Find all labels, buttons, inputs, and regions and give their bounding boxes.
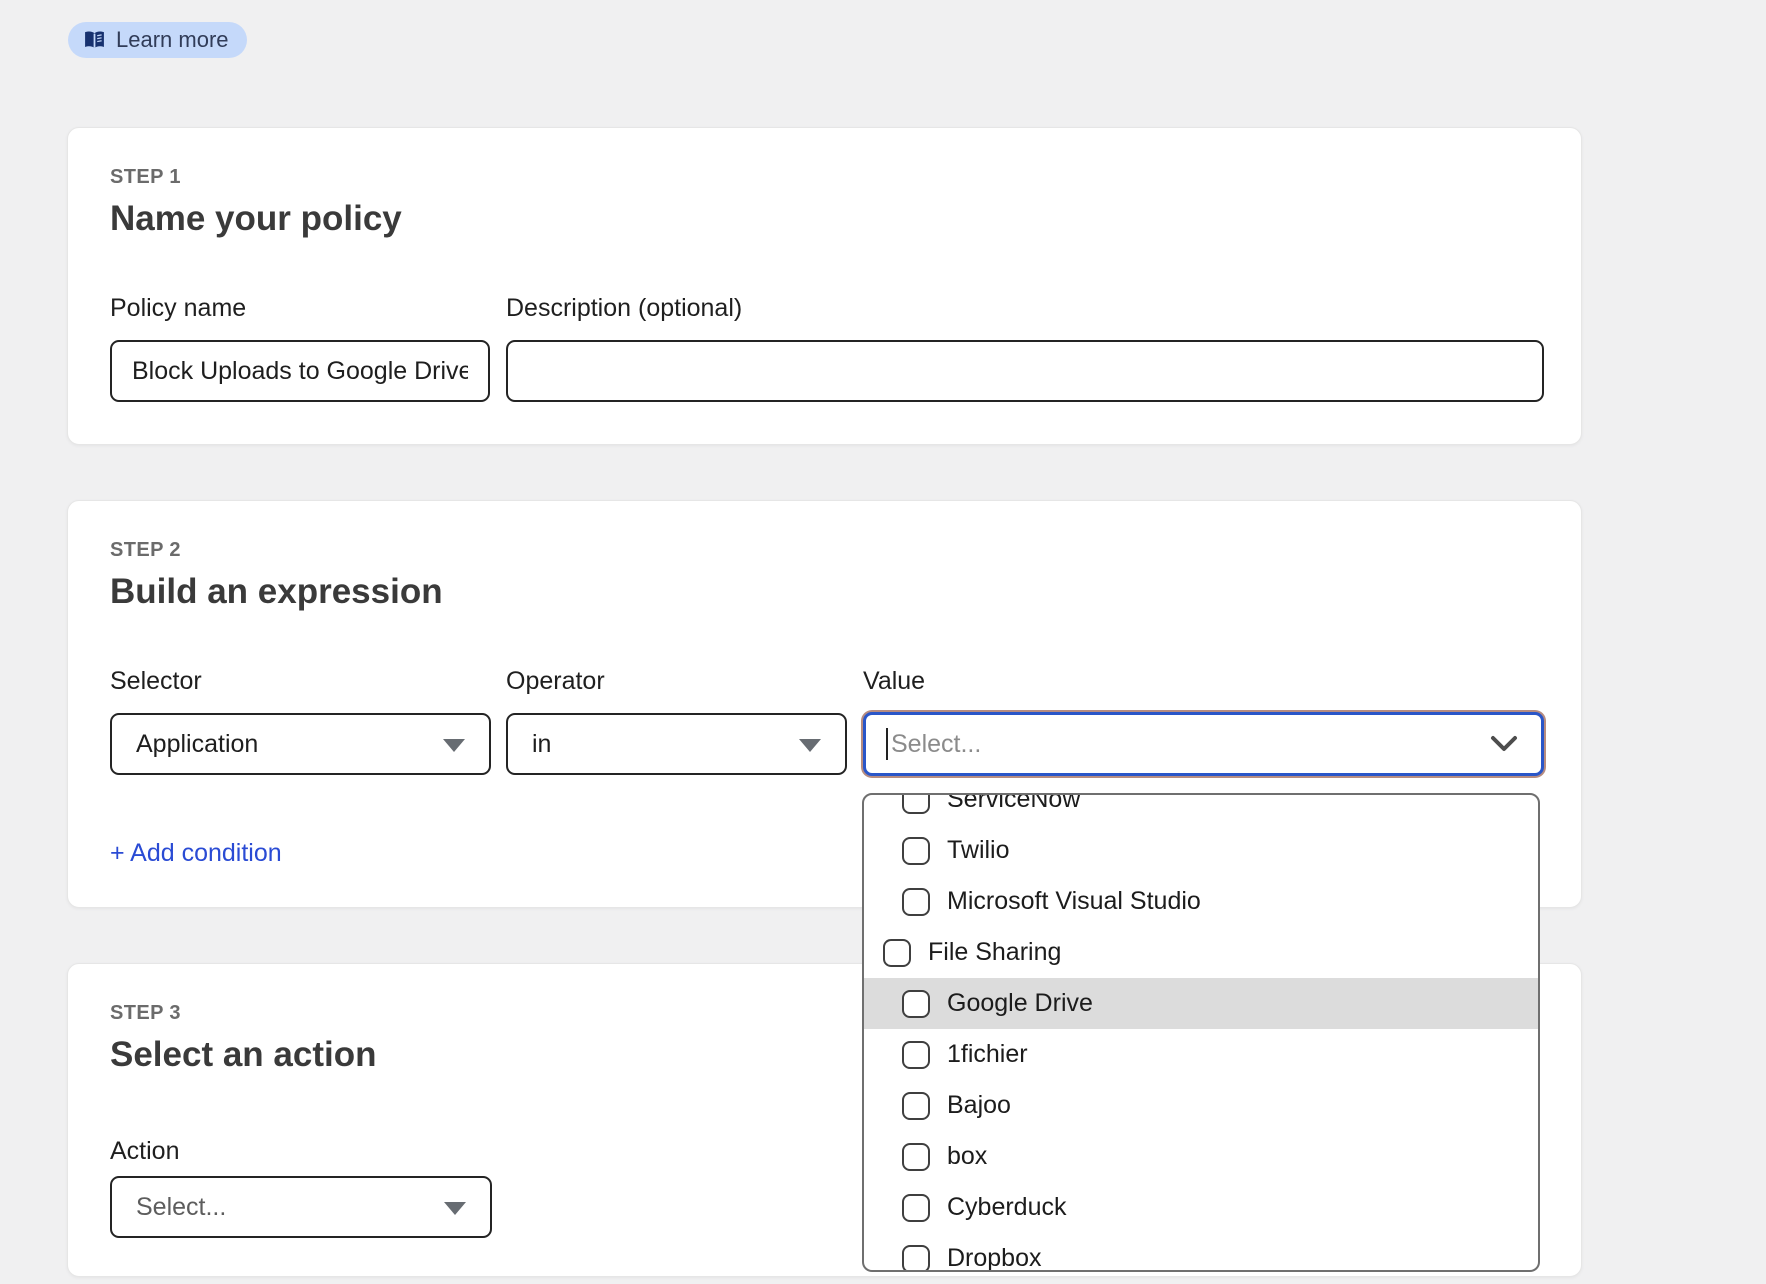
add-condition-link[interactable]: + Add condition [110,839,282,868]
action-label: Action [110,1136,490,1166]
description-label: Description (optional) [506,293,742,323]
checkbox[interactable] [902,837,930,865]
dropdown-option-dropbox[interactable]: Dropbox [864,1233,1538,1272]
policy-name-label: Policy name [110,293,490,323]
description-input[interactable] [506,340,1544,402]
triangle-down-icon [443,739,465,752]
operator-select[interactable]: in [506,713,847,775]
checkbox[interactable] [902,1194,930,1222]
selector-value: Application [136,730,258,759]
dropdown-option-1fichier[interactable]: 1fichier [864,1029,1538,1080]
selector-select[interactable]: Application [110,713,491,775]
policy-builder-page: Learn more STEP 1 Name your policy Polic… [0,0,1766,1284]
value-combobox[interactable]: Select... [863,712,1544,776]
dropdown-option-cyberduck[interactable]: Cyberduck [864,1182,1538,1233]
value-dropdown-menu: ServiceNow Twilio Microsoft Visual Studi… [862,793,1540,1272]
checkbox[interactable] [883,939,911,967]
dropdown-group-file-sharing[interactable]: File Sharing [864,927,1538,978]
step2-title: Build an expression [110,571,443,613]
dropdown-option-microsoft-visual-studio[interactable]: Microsoft Visual Studio [864,876,1538,927]
learn-more-button[interactable]: Learn more [68,22,247,58]
dropdown-option-box[interactable]: box [864,1131,1538,1182]
dropdown-list: ServiceNow Twilio Microsoft Visual Studi… [864,793,1538,1272]
dropdown-option-bajoo[interactable]: Bajoo [864,1080,1538,1131]
checkbox[interactable] [902,793,930,814]
checkbox[interactable] [902,990,930,1018]
step2-label: STEP 2 [110,539,181,562]
checkbox[interactable] [902,1143,930,1171]
checkbox[interactable] [902,1092,930,1120]
triangle-down-icon [444,1202,466,1215]
chevron-down-icon [1489,735,1519,753]
dropdown-option-servicenow[interactable]: ServiceNow [864,793,1538,825]
value-placeholder: Select... [891,730,981,759]
checkbox[interactable] [902,888,930,916]
step3-label: STEP 3 [110,1002,181,1025]
action-placeholder: Select... [136,1193,226,1222]
step1-label: STEP 1 [110,166,181,189]
dropdown-option-google-drive[interactable]: Google Drive [864,978,1538,1029]
checkbox[interactable] [902,1041,930,1069]
book-icon [83,30,106,50]
operator-value: in [532,730,551,759]
operator-label: Operator [506,666,605,696]
triangle-down-icon [799,739,821,752]
step3-title: Select an action [110,1034,376,1076]
checkbox[interactable] [902,1245,930,1273]
action-select[interactable]: Select... [110,1176,492,1238]
dropdown-option-twilio[interactable]: Twilio [864,825,1538,876]
value-label: Value [863,666,925,696]
step1-card: STEP 1 Name your policy Policy name Desc… [67,127,1582,445]
selector-label: Selector [110,666,490,696]
text-cursor [886,728,888,760]
learn-more-label: Learn more [116,27,229,53]
step1-title: Name your policy [110,198,402,240]
policy-name-input[interactable] [110,340,490,402]
